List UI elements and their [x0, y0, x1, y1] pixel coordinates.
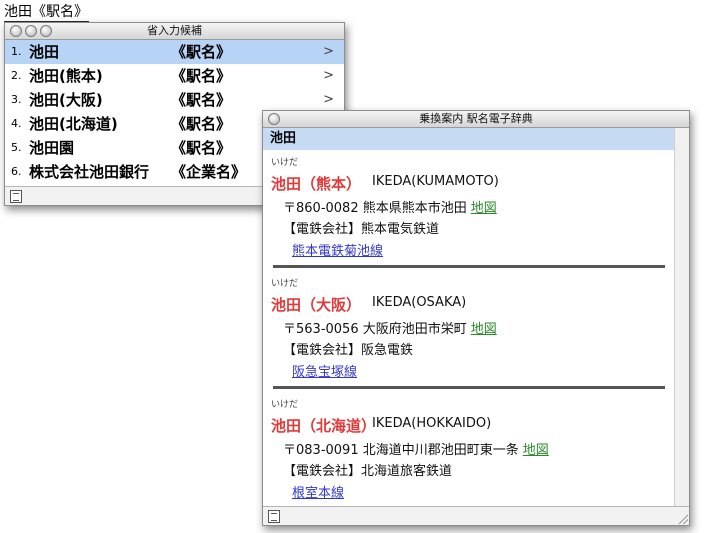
- station-address: 〒083-0091 北海道中川郡池田町東一条 地図: [283, 439, 549, 458]
- candidate-number: 3.: [11, 93, 22, 106]
- line-link[interactable]: 根室本線: [292, 482, 344, 501]
- entry-reading: いけだ: [271, 400, 299, 410]
- station-entry: いけだ 池田（熊本） IKEDA(KUMAMOTO) 〒860-0082 熊本県…: [263, 151, 675, 272]
- station-roman: IKEDA(HOKKAIDO): [372, 416, 492, 431]
- station-address: 〒563-0056 大阪府池田市栄町 地図: [283, 318, 497, 337]
- candidate-number: 4.: [11, 117, 22, 130]
- candidate-item[interactable]: 2. 池田(熊本) 《駅名》 >: [5, 64, 344, 88]
- address-text: 〒563-0056 大阪府池田市栄町: [283, 322, 467, 337]
- entry-reading: いけだ: [271, 158, 299, 168]
- station-name: 池田（北海道）: [271, 417, 377, 435]
- candidate-word: 池田(熊本): [29, 67, 103, 85]
- candidate-titlebar[interactable]: 省入力候補: [5, 23, 344, 40]
- station-address: 〒860-0082 熊本県熊本市池田 地図: [283, 197, 497, 216]
- line-link[interactable]: 熊本電鉄菊池線: [292, 240, 383, 259]
- dictionary-window: 乗換案内 駅名電子辞典 池田 いけだ 池田（熊本） IKEDA(KUMAMOTO…: [262, 110, 690, 526]
- candidate-category: 《駅名》: [171, 43, 232, 61]
- headword: 池田: [263, 128, 675, 150]
- station-entry: いけだ 池田（大阪） IKEDA(OSAKA) 〒563-0056 大阪府池田市…: [263, 272, 675, 393]
- candidate-category: 《駅名》: [171, 139, 232, 157]
- candidate-number: 5.: [11, 141, 22, 154]
- station-roman: IKEDA(OSAKA): [372, 295, 467, 310]
- station-name: 池田（熊本）: [271, 175, 362, 193]
- candidate-window-title: 省入力候補: [147, 24, 202, 37]
- candidate-number: 1.: [11, 45, 22, 58]
- candidate-category: 《駅名》: [171, 115, 232, 133]
- document-icon[interactable]: [268, 510, 280, 523]
- map-link[interactable]: 地図: [471, 322, 497, 337]
- map-link[interactable]: 地図: [471, 201, 497, 216]
- station-name: 池田（大阪）: [271, 296, 362, 314]
- candidate-word: 池田園: [29, 139, 75, 157]
- entry-reading: いけだ: [271, 279, 299, 289]
- window-close-icon[interactable]: [268, 113, 280, 125]
- candidate-word: 池田(北海道): [29, 115, 118, 133]
- document-icon[interactable]: [10, 190, 22, 203]
- candidate-word: 池田: [29, 43, 60, 61]
- window-zoom-icon[interactable]: [40, 25, 52, 37]
- candidate-category: 《企業名》: [171, 163, 247, 181]
- dictionary-statusbar: [263, 506, 689, 525]
- address-text: 〒860-0082 熊本県熊本市池田: [283, 201, 467, 216]
- railway-company: 【電鉄会社】熊本電気鉄道: [283, 222, 440, 237]
- chevron-right-icon[interactable]: >: [323, 88, 334, 112]
- composing-text: 池田《駅名》: [4, 4, 89, 23]
- vertical-scrollbar[interactable]: [674, 128, 689, 506]
- candidate-category: 《駅名》: [171, 91, 232, 109]
- station-entry: いけだ 池田（北海道） IKEDA(HOKKAIDO) 〒083-0091 北海…: [263, 393, 675, 514]
- chevron-right-icon[interactable]: >: [323, 40, 334, 64]
- line-link[interactable]: 阪急宝塚線: [292, 361, 357, 380]
- candidate-item[interactable]: 3. 池田(大阪) 《駅名》 >: [5, 88, 344, 112]
- resize-grip-icon[interactable]: [677, 513, 688, 524]
- candidate-item[interactable]: 1. 池田 《駅名》 >: [5, 40, 344, 64]
- entry-divider: [273, 265, 665, 268]
- candidate-number: 2.: [11, 69, 22, 82]
- dictionary-content: いけだ 池田（熊本） IKEDA(KUMAMOTO) 〒860-0082 熊本県…: [263, 151, 675, 514]
- map-link[interactable]: 地図: [523, 443, 549, 458]
- railway-company: 【電鉄会社】阪急電鉄: [283, 343, 414, 358]
- entry-divider: [273, 386, 665, 389]
- dictionary-window-title: 乗換案内 駅名電子辞典: [419, 112, 533, 125]
- candidate-word: 株式会社池田銀行: [29, 163, 150, 181]
- candidate-number: 6.: [11, 165, 22, 178]
- dictionary-titlebar[interactable]: 乗換案内 駅名電子辞典: [263, 111, 689, 128]
- railway-company: 【電鉄会社】北海道旅客鉄道: [283, 464, 453, 479]
- window-minimize-icon[interactable]: [25, 25, 37, 37]
- chevron-right-icon[interactable]: >: [323, 64, 334, 88]
- window-close-icon[interactable]: [10, 25, 22, 37]
- candidate-word: 池田(大阪): [29, 91, 103, 109]
- station-roman: IKEDA(KUMAMOTO): [372, 174, 499, 189]
- address-text: 〒083-0091 北海道中川郡池田町東一条: [283, 443, 519, 458]
- candidate-category: 《駅名》: [171, 67, 232, 85]
